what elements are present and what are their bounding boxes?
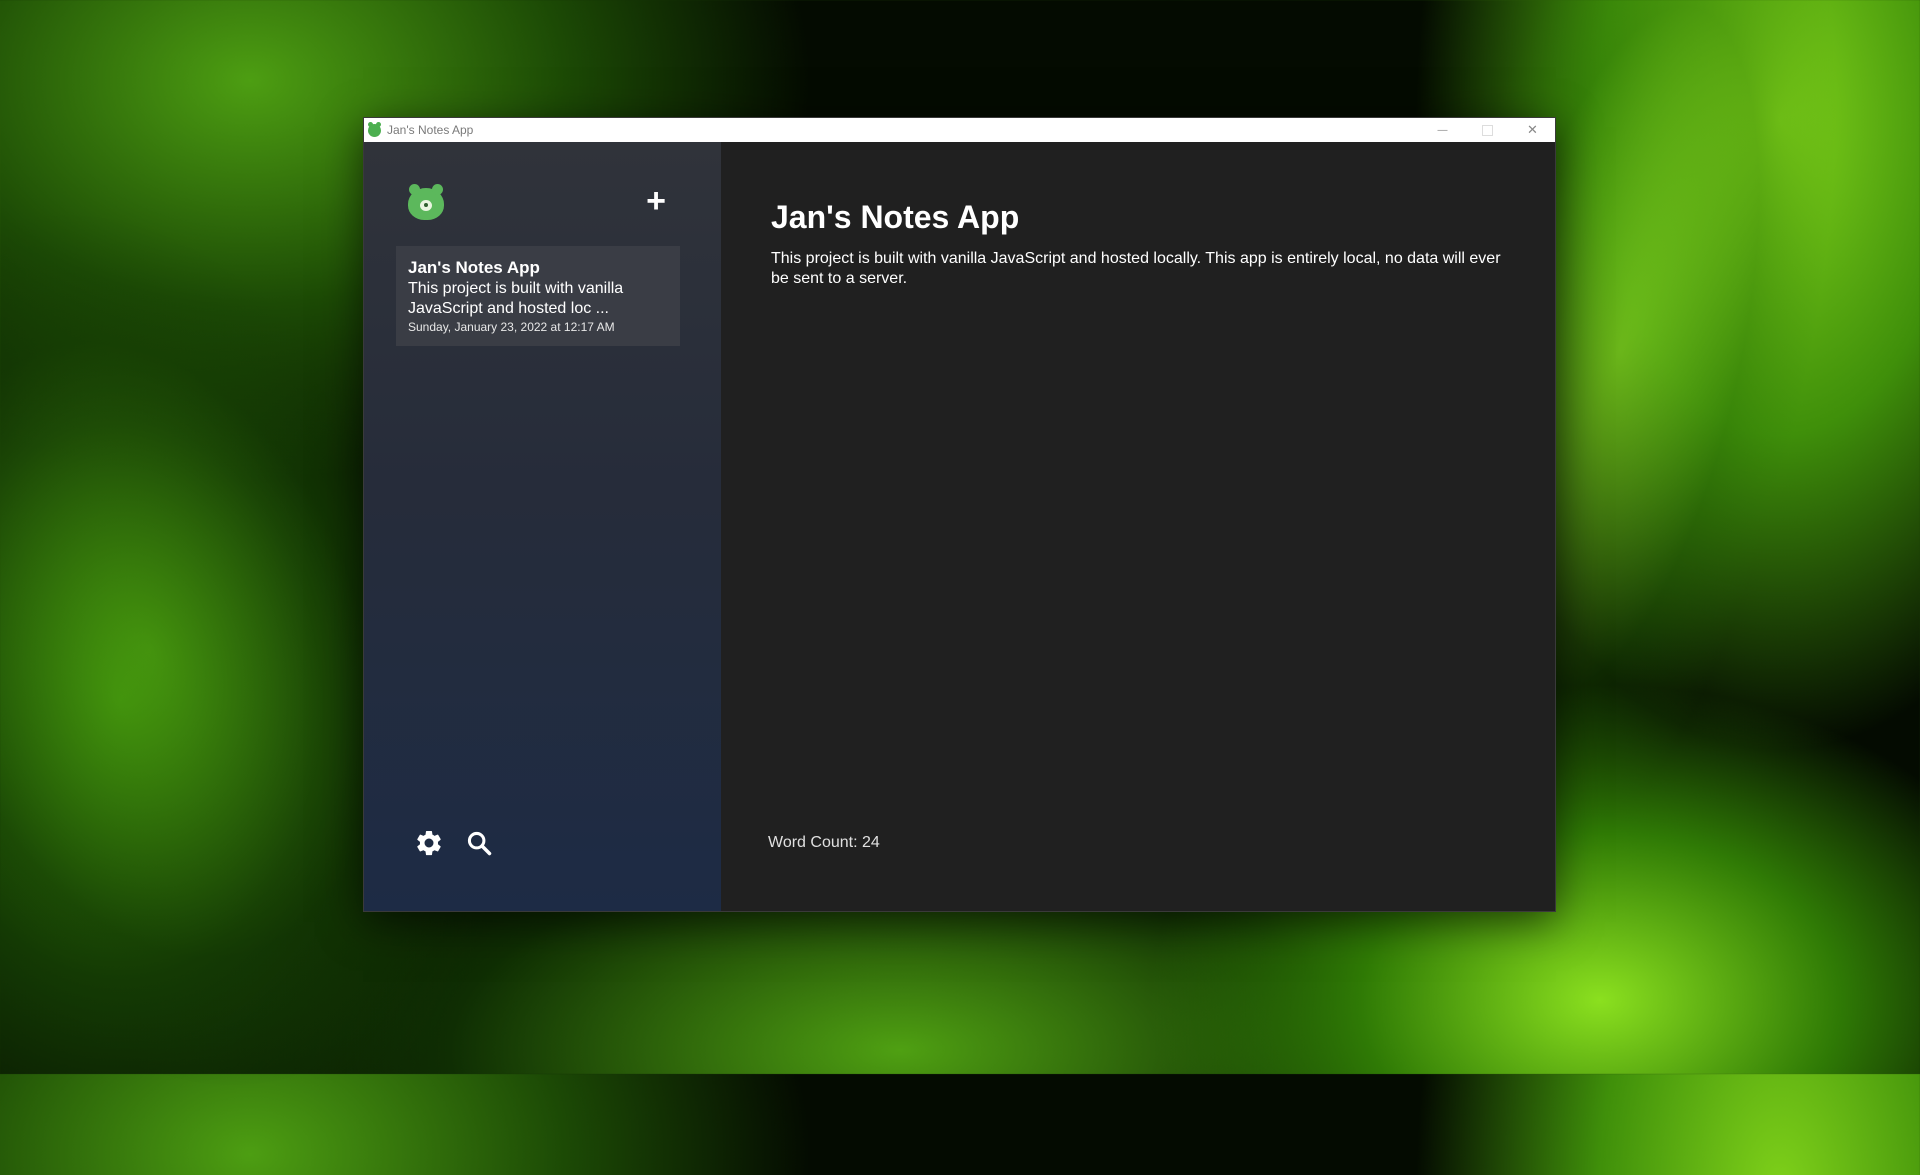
search-button[interactable] [464,828,494,858]
note-item-date: Sunday, January 23, 2022 at 12:17 AM [408,320,615,334]
note-list-item[interactable]: Jan's Notes App This project is built wi… [396,246,680,346]
note-item-title: Jan's Notes App [408,258,540,277]
title-bar[interactable]: Jan's Notes App — ✕ [364,118,1555,142]
maximize-button[interactable] [1465,118,1510,142]
sidebar-toolbar [414,828,514,858]
app-content: + Jan's Notes App This project is built … [364,142,1555,911]
maximize-icon [1482,124,1493,136]
bear-logo-icon [408,184,444,220]
minimize-icon: — [1437,124,1448,136]
close-icon: ✕ [1527,122,1538,137]
app-bear-icon [368,121,381,137]
note-body[interactable]: This project is built with vanilla JavaS… [771,249,1501,289]
note-editor[interactable]: Jan's Notes App This project is built wi… [721,142,1555,911]
bear-snout [420,200,432,211]
sidebar: + Jan's Notes App This project is built … [364,142,721,911]
note-title[interactable]: Jan's Notes App [771,198,1019,236]
settings-button[interactable] [414,828,444,858]
word-count-value: 24 [861,834,880,851]
settings-icon [417,831,441,856]
close-button[interactable]: ✕ [1510,118,1555,142]
word-count-label: Word Count: [768,834,862,851]
add-note-button[interactable]: + [641,184,671,218]
note-item-preview: This project is built with vanilla JavaS… [408,280,624,317]
window-title: Jan's Notes App [387,123,474,137]
minimize-button[interactable]: — [1420,118,1465,142]
app-window: Jan's Notes App — ✕ + Jan's Notes App Th… [363,117,1556,912]
word-count: Word Count: 24 [768,834,880,852]
window-controls: — ✕ [1420,118,1555,142]
search-icon [467,831,492,856]
